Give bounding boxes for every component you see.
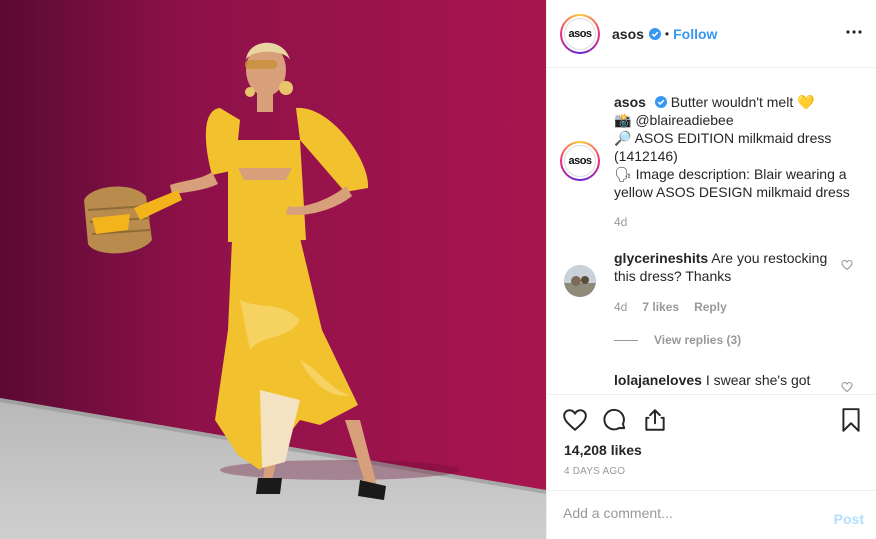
speaking-emoji: 🗣 bbox=[614, 166, 632, 182]
caption-line-3: ASOS EDITION milkmaid dress (1412146) bbox=[614, 130, 832, 164]
view-replies-label: View replies (3) bbox=[654, 333, 742, 347]
comment-meta: 4d 7 likes Reply bbox=[614, 300, 727, 314]
likes-count[interactable]: 14,208 likes bbox=[564, 442, 642, 458]
caption-avatar[interactable]: asos bbox=[560, 141, 600, 181]
post-image bbox=[0, 0, 546, 539]
bookmark-icon[interactable] bbox=[838, 407, 864, 433]
post-header: asos asos • Follow bbox=[547, 0, 876, 68]
comment-username[interactable]: glycerineshits bbox=[614, 250, 708, 266]
commenter-avatar[interactable] bbox=[564, 265, 596, 297]
reply-button[interactable]: Reply bbox=[694, 300, 727, 314]
post-button[interactable]: Post bbox=[834, 511, 864, 527]
comment-username[interactable]: lolajaneloves bbox=[614, 372, 702, 388]
comment-likes[interactable]: 7 likes bbox=[642, 300, 679, 314]
add-comment-section: Post bbox=[547, 490, 876, 539]
caption-username[interactable]: asos bbox=[614, 94, 646, 110]
username-link[interactable]: asos bbox=[612, 26, 644, 42]
magnifier-emoji: 🔎 bbox=[614, 130, 632, 146]
comment: glycerineshits Are you restocking this d… bbox=[614, 249, 834, 285]
separator-dot: • bbox=[664, 26, 670, 41]
avatar: asos bbox=[564, 17, 596, 50]
view-replies-button[interactable]: View replies (3) bbox=[614, 333, 741, 347]
comment-text: I swear she's got bbox=[705, 372, 811, 388]
replies-divider bbox=[614, 339, 638, 341]
more-horizontal-icon[interactable] bbox=[844, 22, 864, 42]
photographer-mention[interactable]: @blaireadiebee bbox=[635, 112, 733, 128]
heart-icon[interactable] bbox=[562, 407, 588, 433]
post-date[interactable]: 4 DAYS AGO bbox=[564, 466, 625, 477]
comment: lolajaneloves I swear she's got bbox=[614, 371, 834, 389]
post-panel: asos asos • Follow asos asos Butter woul… bbox=[546, 0, 876, 539]
story-ring[interactable]: asos bbox=[560, 13, 600, 54]
heart-icon[interactable] bbox=[841, 380, 853, 394]
camera-emoji: 📸 bbox=[614, 112, 632, 128]
caption-line-1: Butter wouldn't melt bbox=[670, 94, 794, 110]
caption: asos Butter wouldn't melt 💛 📸 @blaireadi… bbox=[614, 93, 854, 201]
caption-time[interactable]: 4d bbox=[614, 215, 627, 229]
yellow-heart-emoji: 💛 bbox=[797, 94, 815, 110]
verified-icon bbox=[654, 96, 667, 108]
post-actions: 14,208 likes 4 DAYS AGO bbox=[547, 394, 876, 490]
avatar: asos bbox=[564, 145, 596, 177]
caption-line-4: Image description: Blair wearing a yello… bbox=[614, 166, 850, 200]
share-icon[interactable] bbox=[642, 407, 668, 433]
comment-icon[interactable] bbox=[602, 407, 628, 433]
comments-list[interactable]: asos asos Butter wouldn't melt 💛 📸 @blai… bbox=[547, 69, 876, 394]
verified-icon bbox=[648, 27, 661, 40]
follow-button[interactable]: Follow bbox=[673, 26, 717, 42]
comment-input[interactable] bbox=[563, 505, 813, 521]
heart-icon[interactable] bbox=[841, 258, 853, 274]
comment-time[interactable]: 4d bbox=[614, 300, 627, 314]
post-photo[interactable] bbox=[0, 0, 546, 539]
